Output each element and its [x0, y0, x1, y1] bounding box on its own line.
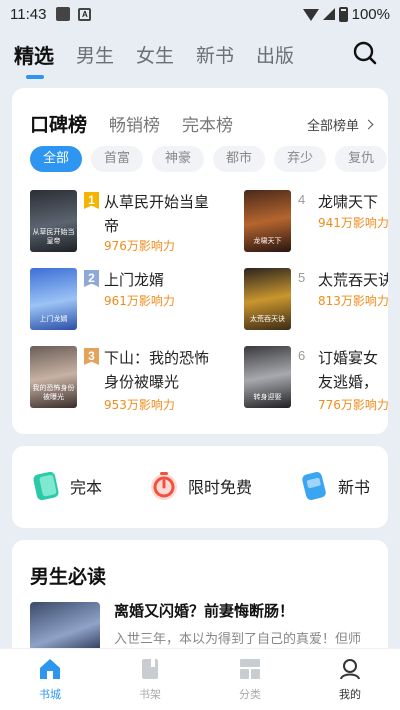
battery-icon	[338, 6, 348, 22]
nav-bookstore-label: 书城	[39, 688, 61, 701]
cover-text: 上门龙婿	[39, 315, 68, 323]
search-icon[interactable]	[352, 40, 378, 66]
ranking-book[interactable]: 转身迎娶 6 订婚宴女友逃婚，我，转身 776万影响力	[244, 346, 388, 412]
nav-category-label: 分类	[239, 688, 261, 701]
home-icon	[40, 659, 60, 679]
book-title[interactable]: 离婚又闪婚？前妻悔断肠！	[114, 600, 384, 621]
battery-percent: 100%	[351, 5, 390, 23]
book-heat: 776万影响力	[318, 398, 388, 412]
category-icon	[240, 659, 260, 679]
tab-female[interactable]: 女生	[136, 41, 174, 68]
section-title: 男生必读	[30, 566, 107, 588]
quick-free-label: 限时免费	[188, 478, 253, 497]
tab-bestseller[interactable]: 畅销榜	[109, 111, 160, 136]
signal-icon	[322, 8, 335, 20]
rank-number: 6	[298, 348, 306, 363]
all-rankings-label: 全部榜单	[306, 119, 359, 134]
cover-text: 太荒吞天诀	[250, 315, 285, 323]
chip-rich[interactable]: 神豪	[152, 146, 205, 172]
book-title: 下山：我的恐怖身份被曝光	[104, 349, 210, 391]
genre-chips: 全部 首富 神豪 都市 弃少 复仇	[30, 146, 388, 172]
book-heat: 953万影响力	[104, 398, 175, 412]
book-cover: 转身迎娶	[244, 346, 291, 408]
nav-bookshelf-label: 书架	[139, 688, 161, 701]
book-title: 太荒吞天诀	[318, 271, 388, 289]
chip-revenge[interactable]: 复仇	[335, 146, 388, 172]
rank-badge: 1	[84, 192, 99, 209]
nav-bookshelf[interactable]: 书架	[100, 649, 200, 710]
tab-publishing[interactable]: 出版	[256, 41, 294, 68]
quick-complete-label: 完本	[70, 478, 103, 497]
nav-category[interactable]: 分类	[200, 649, 300, 710]
quick-free[interactable]: 限时免费	[148, 470, 252, 502]
ranking-card: 口碑榜 畅销榜 完本榜 全部榜单 全部 首富 神豪 都市 弃少 复仇 从草民开始…	[12, 88, 388, 434]
status-time: 11:43	[10, 5, 47, 23]
chip-tycoon[interactable]: 首富	[91, 146, 144, 172]
chevron-right-icon	[363, 119, 374, 130]
notification-icon	[56, 7, 71, 21]
chip-abandoned[interactable]: 弃少	[274, 146, 327, 172]
ranking-book[interactable]: 龙啸天下 4 龙啸天下 941万影响力	[244, 190, 388, 254]
book-cover[interactable]	[30, 602, 100, 652]
ranking-book[interactable]: 太荒吞天诀 5 太荒吞天诀 813万影响力	[244, 268, 388, 332]
quick-entries-card: 完本 限时免费 新书	[12, 446, 388, 528]
rank-number: 4	[298, 192, 306, 207]
tab-featured[interactable]: 精选	[14, 40, 54, 79]
rank-number: 5	[298, 270, 306, 285]
status-bar: 11:43 A 100%	[0, 0, 400, 28]
cover-text: 转身迎娶	[253, 393, 282, 401]
new-book-icon	[302, 472, 326, 500]
timer-icon	[151, 472, 177, 500]
book-cover: 从草民开始当皇帝	[30, 190, 77, 252]
top-nav: 精选 男生 女生 新书 出版	[0, 28, 400, 80]
cover-text: 龙啸天下	[253, 237, 282, 245]
book-title: 订婚宴女友逃婚，我，转身	[318, 349, 379, 391]
quick-complete[interactable]: 完本	[30, 470, 102, 502]
book-heat: 976万影响力	[104, 239, 175, 253]
all-rankings-link[interactable]: 全部榜单	[306, 115, 374, 134]
book-cover: 龙啸天下	[244, 190, 291, 252]
rank-badge: 2	[84, 270, 99, 287]
book-title: 龙啸天下	[318, 193, 379, 211]
nav-profile-label: 我的	[339, 688, 361, 701]
ranking-book[interactable]: 我的恐怖身份被曝光 3 下山：我的恐怖身份被曝光 953万影响力	[30, 346, 220, 412]
quick-new-label: 新书	[338, 478, 371, 497]
book-cover: 上门龙婿	[30, 268, 77, 330]
tab-new-books[interactable]: 新书	[196, 41, 234, 68]
wifi-icon	[302, 9, 319, 21]
chip-all[interactable]: 全部	[30, 146, 83, 172]
profile-icon	[340, 659, 360, 680]
cover-text: 从草民开始当皇帝	[32, 228, 75, 245]
book-description: 入世三年，本以为得到了自己的真爱！但师	[114, 632, 362, 647]
tab-completed[interactable]: 完本榜	[182, 111, 233, 136]
tab-male[interactable]: 男生	[76, 41, 114, 68]
keyboard-icon: A	[78, 7, 92, 21]
cover-text: 我的恐怖身份被曝光	[32, 384, 75, 401]
book-title: 上门龙婿	[104, 271, 165, 289]
quick-new[interactable]: 新书	[298, 470, 370, 502]
ranking-tabs: 口碑榜 畅销榜 完本榜	[30, 110, 255, 137]
ranking-book[interactable]: 上门龙婿 2 上门龙婿 961万影响力	[30, 268, 220, 332]
nav-bookstore[interactable]: 书城	[0, 649, 100, 710]
bottom-nav: 书城 书架 分类 我的	[0, 648, 400, 710]
nav-profile[interactable]: 我的	[300, 649, 400, 710]
rank-badge: 3	[84, 348, 99, 365]
book-cover: 我的恐怖身份被曝光	[30, 346, 77, 408]
tab-word-of-mouth[interactable]: 口碑榜	[30, 110, 87, 137]
book-title: 从草民开始当皇帝	[104, 193, 210, 235]
book-cover: 太荒吞天诀	[244, 268, 291, 330]
book-heat: 813万影响力	[318, 294, 388, 308]
book-complete-icon	[33, 471, 59, 501]
book-heat: 961万影响力	[104, 294, 175, 308]
ranking-book[interactable]: 从草民开始当皇帝 1 从草民开始当皇帝 976万影响力	[30, 190, 220, 254]
bookshelf-icon	[142, 659, 158, 679]
chip-urban[interactable]: 都市	[213, 146, 266, 172]
book-heat: 941万影响力	[318, 216, 388, 230]
